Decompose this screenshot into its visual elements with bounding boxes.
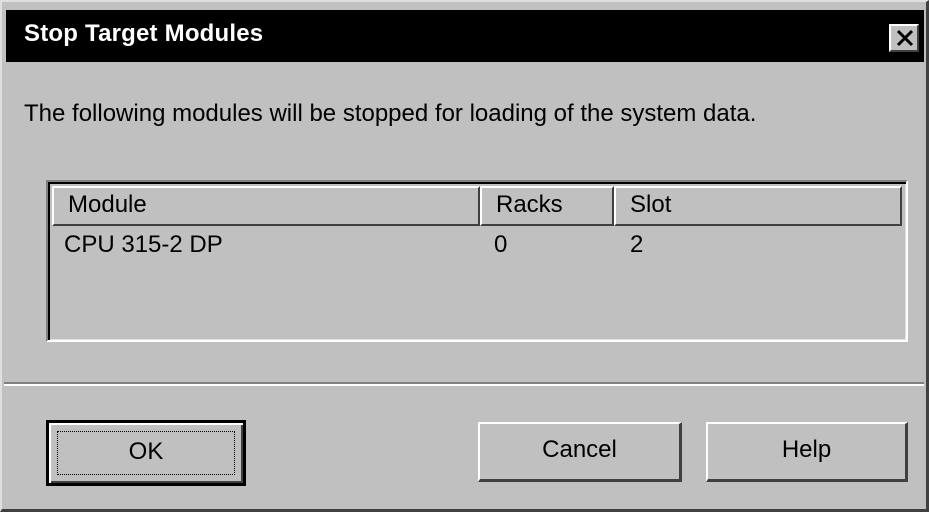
ok-button[interactable]: OK [46, 420, 246, 486]
cell-slot: 2 [630, 231, 644, 258]
dialog-message: The following modules will be stopped fo… [24, 100, 757, 127]
column-header-racks[interactable]: Racks [480, 186, 614, 226]
focus-rectangle [57, 431, 235, 475]
cell-racks: 0 [494, 231, 508, 258]
help-button[interactable]: Help [706, 422, 908, 482]
close-button[interactable] [889, 24, 919, 52]
column-header-module[interactable]: Module [52, 186, 480, 226]
column-header-slot[interactable]: Slot [614, 186, 902, 226]
separator [4, 382, 924, 386]
table-row[interactable]: CPU 315-2 DP 0 2 [52, 230, 902, 264]
title-bar[interactable]: Stop Target Modules [6, 10, 924, 62]
close-icon [896, 29, 914, 47]
dialog-title: Stop Target Modules [24, 20, 264, 47]
list-header: Module Racks Slot [52, 186, 902, 226]
cell-module: CPU 315-2 DP [64, 231, 223, 258]
stop-target-modules-dialog: Stop Target Modules The following module… [0, 0, 929, 512]
cancel-button[interactable]: Cancel [478, 422, 682, 482]
modules-list[interactable]: Module Racks Slot CPU 315-2 DP 0 2 [46, 180, 908, 342]
